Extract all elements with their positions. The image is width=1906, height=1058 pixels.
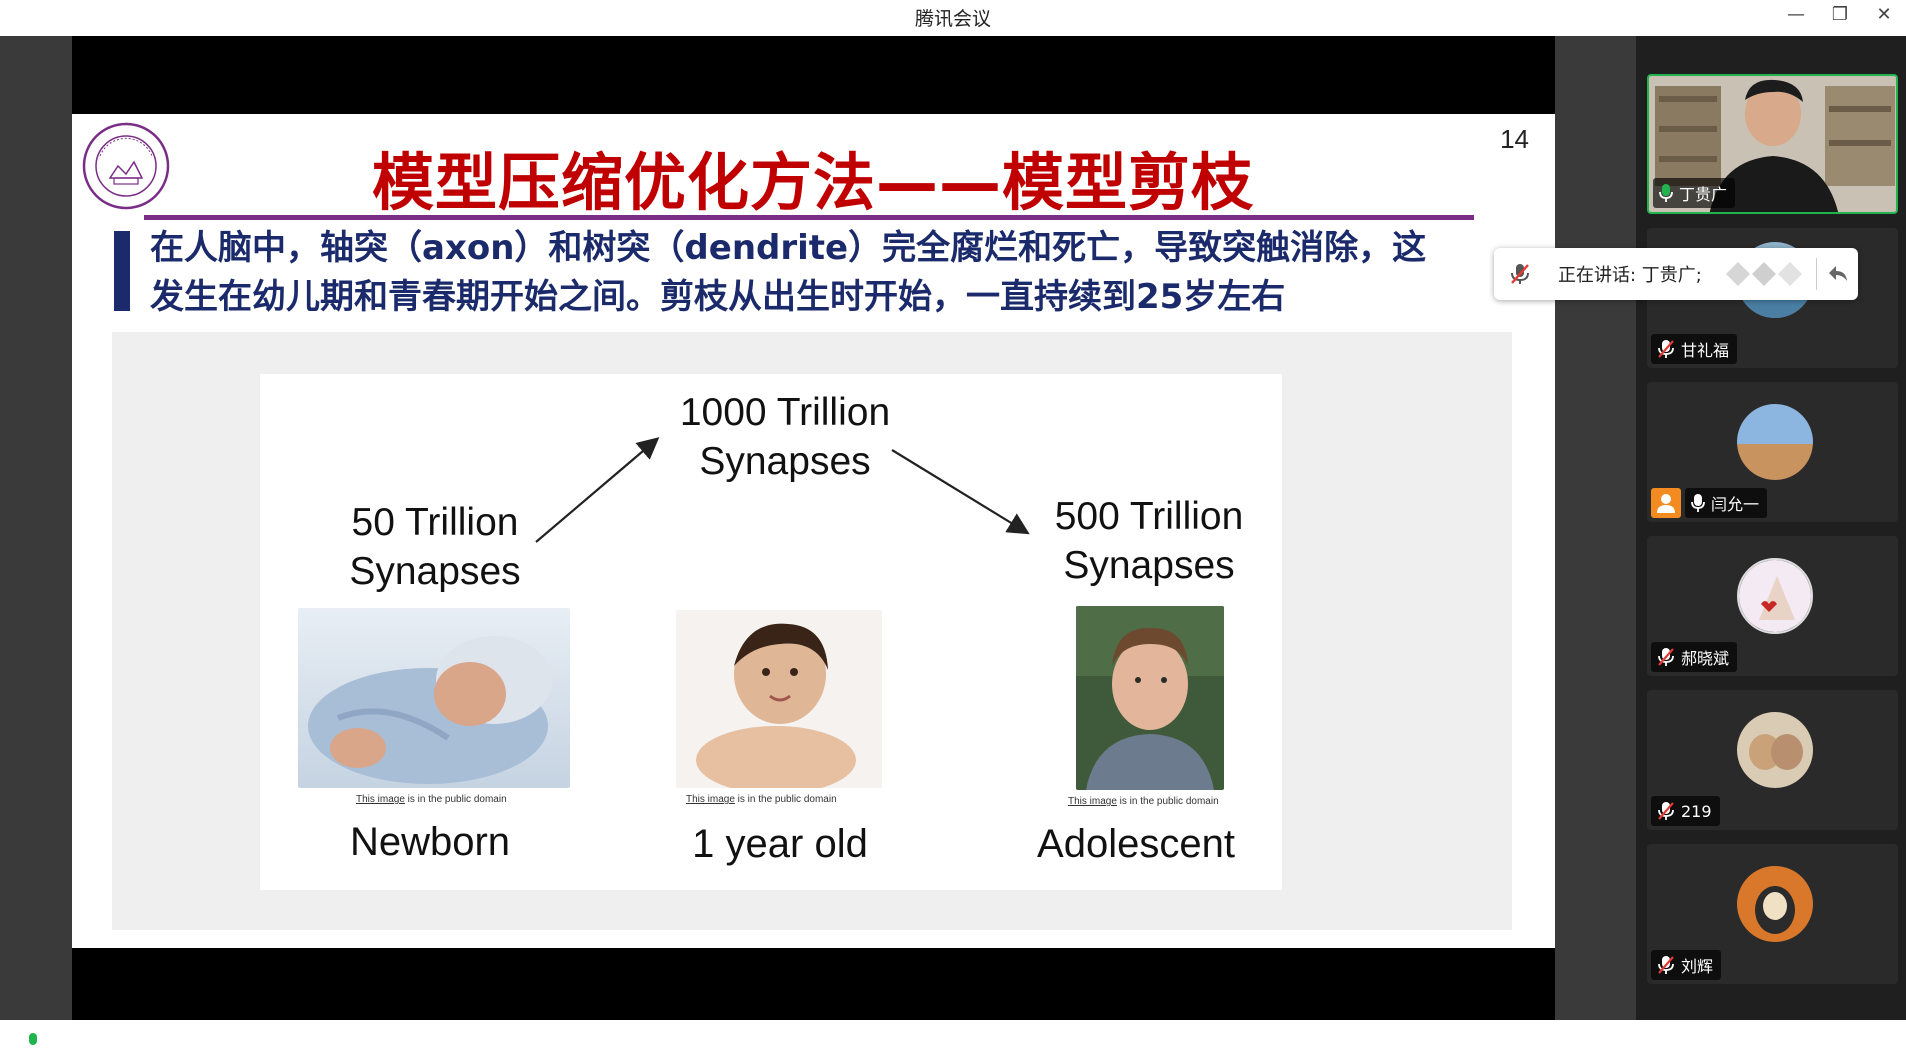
body-line-2: 发生在幼儿期和青春期开始之间。剪枝从出生时开始，一直持续到25岁左右 xyxy=(150,277,1286,317)
text-accent-bar xyxy=(114,231,130,311)
participant-name-tag: 219 xyxy=(1651,796,1720,826)
avatar xyxy=(1737,558,1813,634)
speaking-text: 正在讲话: 丁贵广; xyxy=(1558,265,1702,286)
blurred-avatars xyxy=(1726,262,1802,286)
speaking-indicator-popup: 正在讲话: 丁贵广; xyxy=(1494,248,1858,300)
participant-sidebar: 丁贵广 甘礼福 闫允一 郝晓斌 219 刘辉 xyxy=(1636,36,1906,1020)
credit-link[interactable]: This image xyxy=(1068,796,1117,807)
one-year-credit: This image is in the public domain xyxy=(686,794,837,805)
mic-muted-icon xyxy=(1658,648,1674,666)
close-button[interactable]: ✕ xyxy=(1862,0,1906,32)
slide-number: 14 xyxy=(1500,124,1529,154)
adolescent-photo xyxy=(1076,606,1224,790)
participant-name: 刘辉 xyxy=(1681,957,1714,976)
synapse-figure: 50 Trillion Synapses 1000 Trillion Synap… xyxy=(260,374,1282,890)
credit-text: is in the public domain xyxy=(734,794,837,805)
adolescent-credit: This image is in the public domain xyxy=(1068,796,1219,807)
reply-icon[interactable] xyxy=(1826,261,1850,285)
slide-title: 模型压缩优化方法——模型剪枝 xyxy=(372,146,1255,219)
credit-link[interactable]: This image xyxy=(356,794,405,805)
window-title: 腾讯会议 xyxy=(914,8,991,30)
participant-name: 甘礼福 xyxy=(1681,341,1730,360)
screen-share-label: 丁贵广的屏幕共享 xyxy=(0,1028,225,1057)
restore-button[interactable]: ❐ xyxy=(1818,0,1862,32)
participant-tile[interactable]: 闫允一 xyxy=(1647,382,1898,522)
mic-muted-icon[interactable] xyxy=(1508,262,1532,286)
participant-tile[interactable]: 219 xyxy=(1647,690,1898,830)
university-logo xyxy=(82,122,170,210)
slide-body-text: 在人脑中，轴突（axon）和树突（dendrite）完全腐烂和死亡，导致突触消除… xyxy=(150,224,1550,322)
one-year-photo xyxy=(676,610,882,788)
participant-name-tag: 甘礼福 xyxy=(1651,334,1738,364)
participant-name-tag: 丁贵广 xyxy=(1653,178,1736,208)
participant-tile[interactable]: 刘辉 xyxy=(1647,844,1898,984)
minimize-button[interactable]: — xyxy=(1774,0,1818,32)
figure-panel: 50 Trillion Synapses 1000 Trillion Synap… xyxy=(112,332,1512,930)
credit-text: is in the public domain xyxy=(1116,796,1219,807)
avatar xyxy=(1737,404,1813,480)
mic-muted-icon xyxy=(1658,802,1674,820)
participant-tile[interactable]: 丁贵广 xyxy=(1647,74,1898,214)
share-label-text: 丁贵广的屏幕共享 xyxy=(48,1032,225,1057)
person-icon xyxy=(1651,488,1681,518)
share-screen-icon xyxy=(1,1035,19,1048)
participant-name-tag: 闫允一 xyxy=(1685,488,1768,518)
participant-name: 丁贵广 xyxy=(1679,185,1728,204)
avatar xyxy=(1737,866,1813,942)
participant-name: 闫允一 xyxy=(1711,495,1760,514)
mic-on-icon xyxy=(25,1033,41,1052)
one-year-label: 1 year old xyxy=(692,822,868,866)
window-titlebar: 腾讯会议 — ❐ ✕ xyxy=(0,0,1906,36)
presentation-slide: 14 模型压缩优化方法——模型剪枝 在人脑中，轴突（axon）和树突（dendr… xyxy=(72,114,1555,948)
mic-muted-icon xyxy=(1658,340,1674,358)
mic-muted-icon xyxy=(1658,956,1674,974)
title-underline xyxy=(144,215,1474,220)
body-line-1: 在人脑中，轴突（axon）和树突（dendrite）完全腐烂和死亡，导致突触消除… xyxy=(150,228,1427,268)
newborn-credit: This image is in the public domain xyxy=(356,794,507,805)
popup-divider xyxy=(1816,258,1817,290)
mic-on-icon xyxy=(1659,184,1673,202)
participant-tile[interactable]: 郝晓斌 xyxy=(1647,536,1898,676)
mic-on-icon xyxy=(1691,494,1705,512)
credit-link[interactable]: This image xyxy=(686,794,735,805)
newborn-label: Newborn xyxy=(349,820,511,864)
adolescent-label: Adolescent xyxy=(1037,822,1235,866)
credit-text: is in the public domain xyxy=(404,794,507,805)
participant-name: 219 xyxy=(1681,801,1712,821)
newborn-photo xyxy=(298,608,570,788)
participant-name-tag: 刘辉 xyxy=(1651,950,1722,980)
screen-share-area: 14 模型压缩优化方法——模型剪枝 在人脑中，轴突（axon）和树突（dendr… xyxy=(0,36,1636,1057)
avatar xyxy=(1737,712,1813,788)
participant-name-tag: 郝晓斌 xyxy=(1651,642,1738,672)
participant-name: 郝晓斌 xyxy=(1681,649,1730,668)
